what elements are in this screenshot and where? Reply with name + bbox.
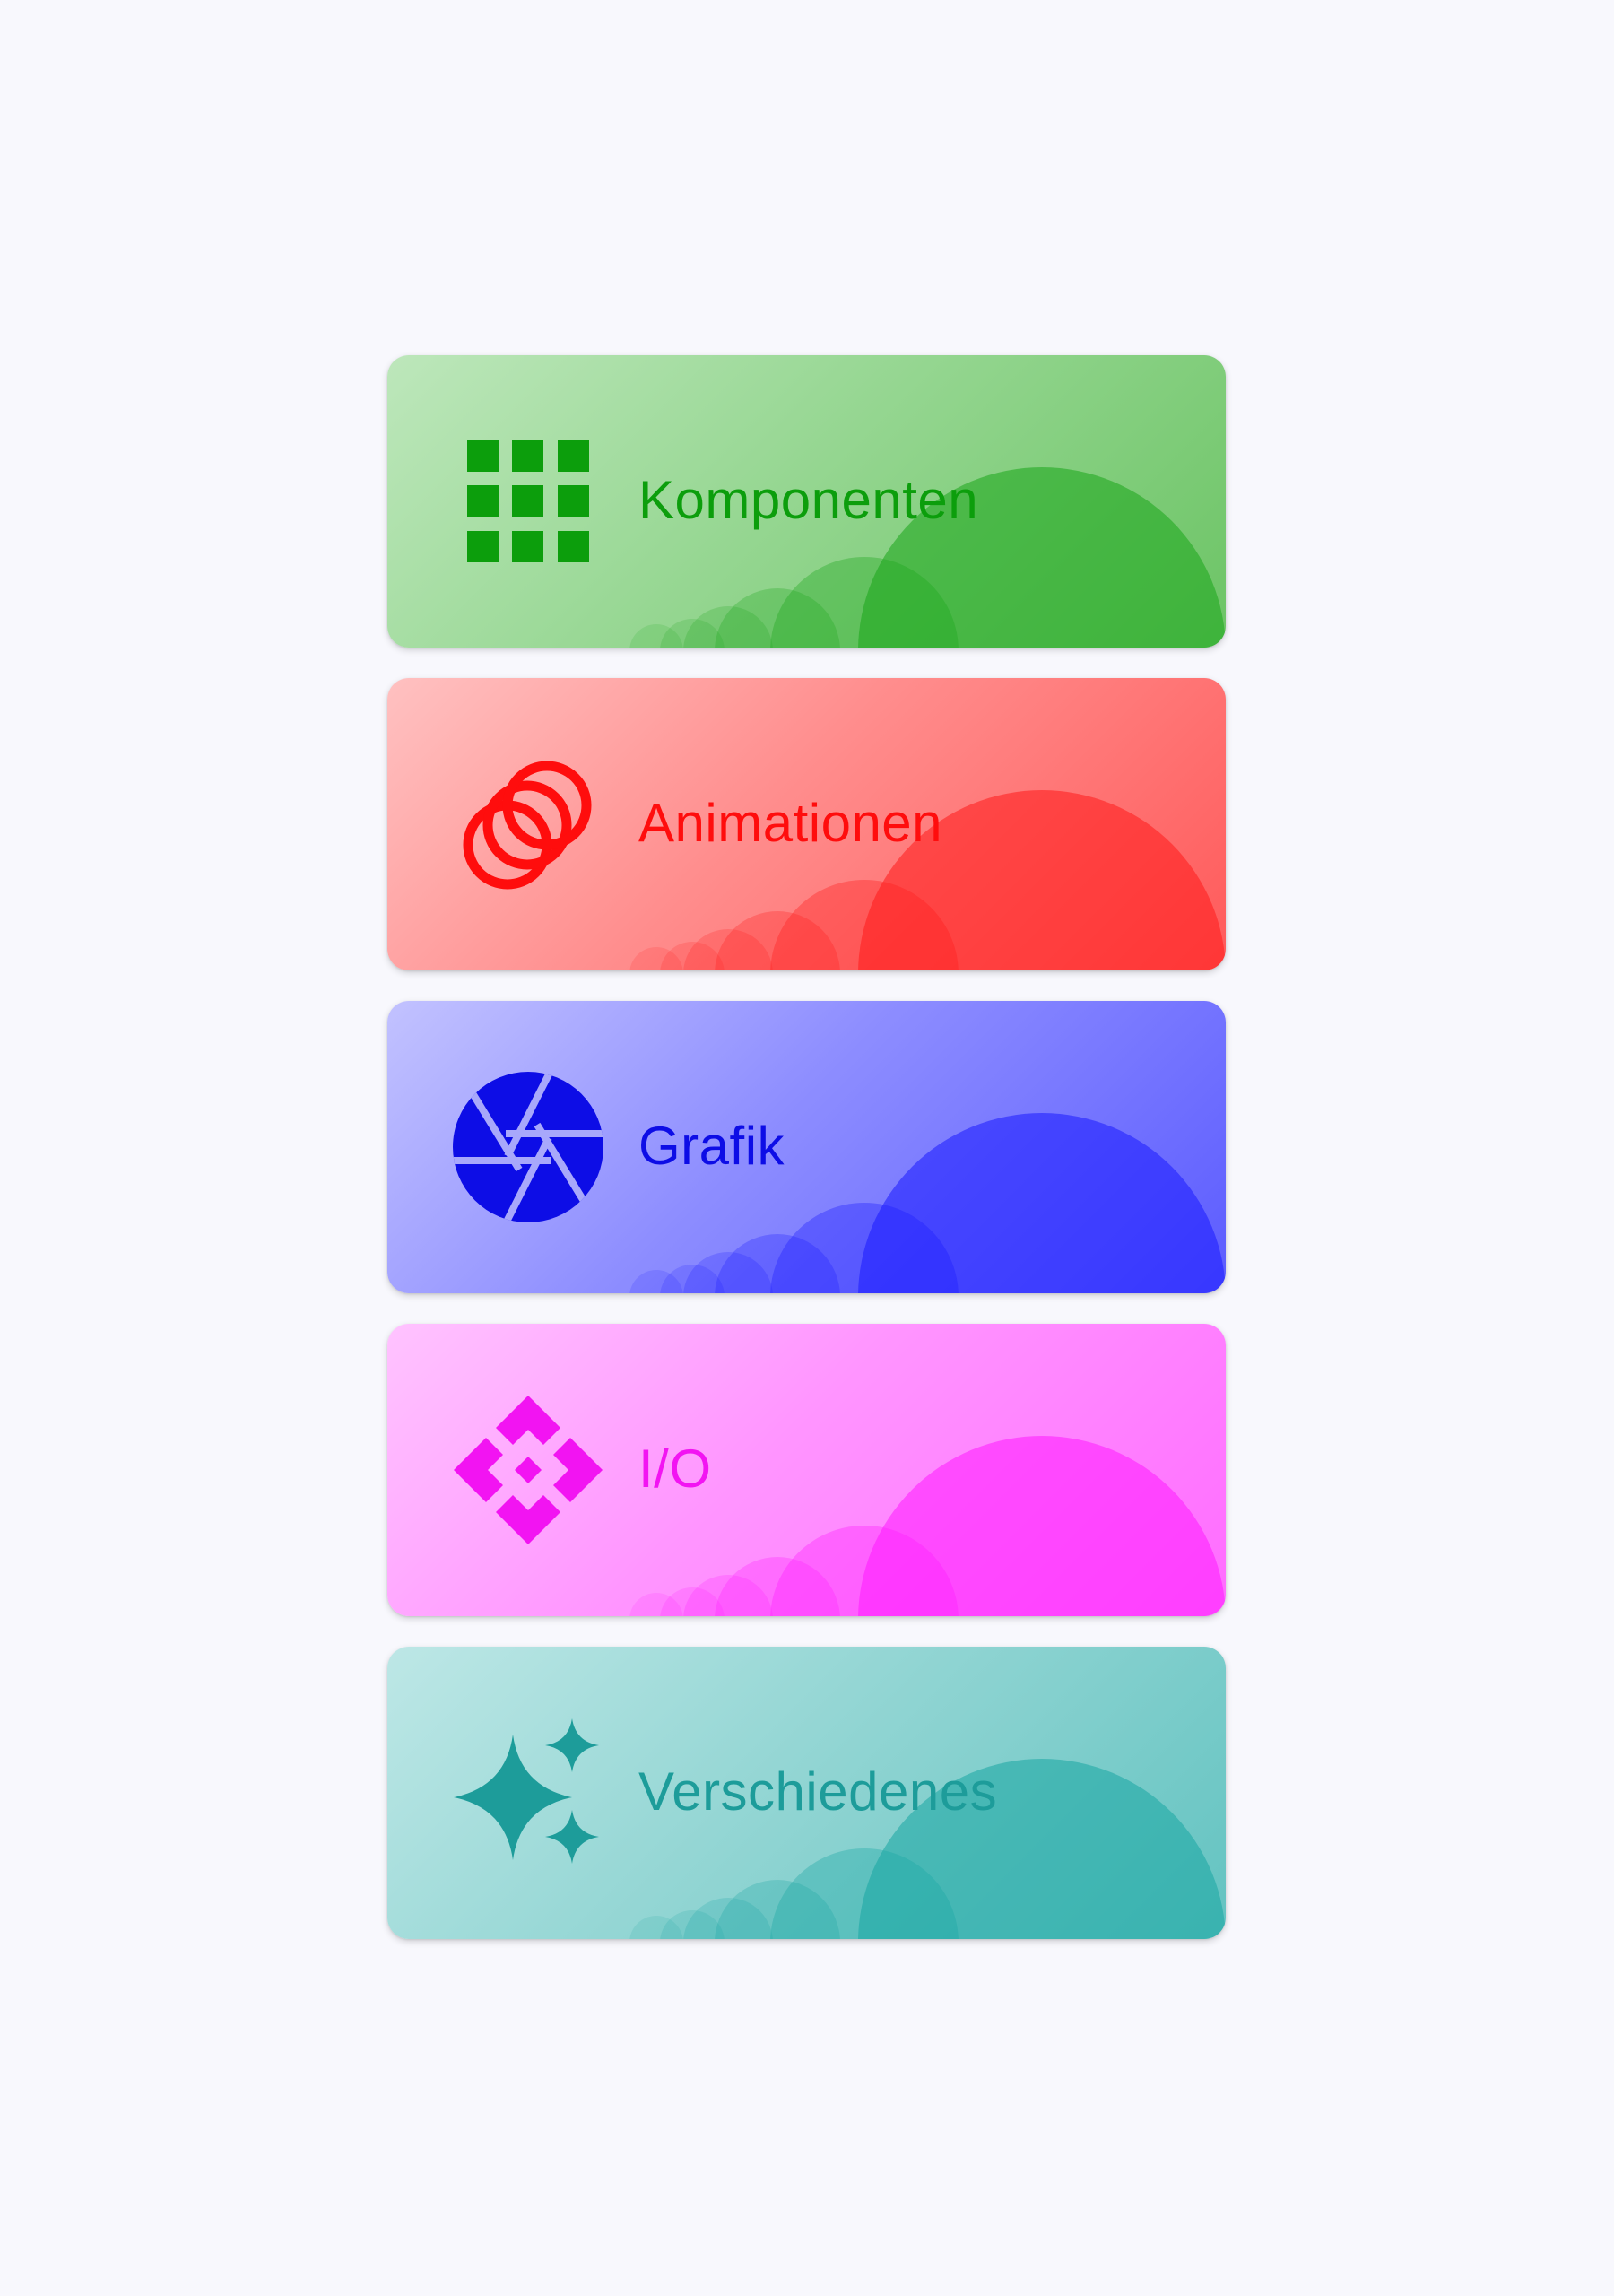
diamond-icon [452,1394,604,1546]
category-label: Komponenten [638,470,979,530]
category-label: I/O [638,1439,712,1499]
grid-icon [452,425,604,578]
category-label: Animationen [638,793,943,853]
category-screen: Komponenten Animationen Grafik I/O Versc… [0,0,1614,2296]
aperture-icon [452,1071,604,1223]
category-card-animationen[interactable]: Animationen [387,678,1226,970]
rings-icon [452,748,604,900]
category-card-io[interactable]: I/O [387,1324,1226,1616]
category-card-komponenten[interactable]: Komponenten [387,355,1226,648]
category-card-grafik[interactable]: Grafik [387,1001,1226,1293]
category-label: Verschiedenes [638,1761,998,1822]
category-list: Komponenten Animationen Grafik I/O Versc… [387,355,1226,1970]
category-card-verschiedenes[interactable]: Verschiedenes [387,1647,1226,1939]
sparkle-icon [452,1717,604,1869]
category-label: Grafik [638,1116,785,1176]
